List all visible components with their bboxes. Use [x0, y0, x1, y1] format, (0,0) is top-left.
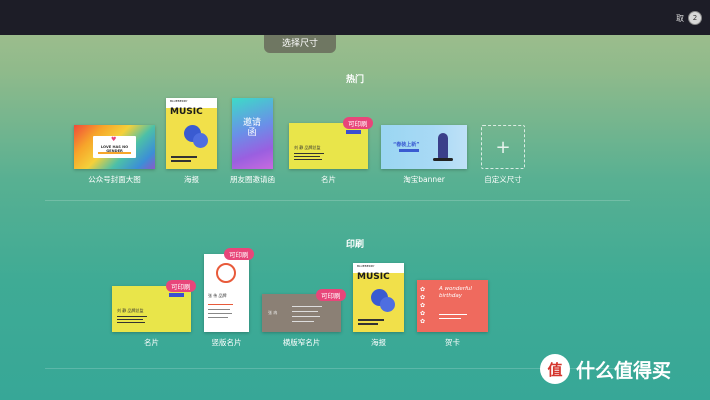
wechat-cover-thumbnail: ♥ LOVE HAS NO GENDER: [74, 125, 155, 169]
top-bar: 取 2: [0, 0, 710, 35]
poster-thumbnail: BLUEBERRY MUSIC: [353, 263, 404, 332]
greeting-text: A wonderful birthday: [439, 286, 472, 299]
template-card-print-poster[interactable]: BLUEBERRY MUSIC 海报: [353, 263, 404, 347]
invitation-thumbnail: 邀请函: [232, 98, 273, 169]
business-card-thumbnail: 刘 静 品牌总监: [289, 123, 368, 169]
plus-icon: +: [481, 125, 525, 169]
template-card-custom-size[interactable]: + 自定义尺寸: [481, 125, 525, 184]
printable-badge: 可印刷: [224, 248, 254, 260]
printable-badge: 可印刷: [343, 117, 373, 129]
banner-text: “春装上新”: [393, 142, 420, 148]
print-section-title: 印刷: [345, 240, 364, 250]
card-label: 自定义尺寸: [484, 175, 522, 184]
brand-watermark: 值 什么值得买: [540, 354, 671, 384]
template-card-invitation[interactable]: 邀请函 朋友圈邀请函: [230, 98, 275, 184]
greeting-card-thumbnail: ✿ ✿ ✿ ✿ ✿ A wonderful birthday: [417, 280, 488, 332]
poster-title: MUSIC: [170, 107, 203, 117]
select-size-tab[interactable]: 选择尺寸: [264, 35, 336, 53]
template-card-greeting-card[interactable]: ✿ ✿ ✿ ✿ ✿ A wonderful birthday 贺卡: [417, 280, 488, 347]
avatar[interactable]: 2: [688, 11, 702, 25]
poster-thumbnail: BLUEBERRY MUSIC: [166, 98, 217, 169]
brand-text: 什么值得买: [576, 359, 672, 382]
section-divider: [45, 200, 630, 201]
template-card-taobao-banner[interactable]: “春装上新” 淘宝banner: [381, 125, 467, 184]
printable-badge: 可印刷: [166, 280, 196, 292]
business-card-thumbnail: 刘 静 品牌总监: [112, 286, 191, 332]
card-label: 贺卡: [445, 338, 460, 347]
user-menu[interactable]: 取 2: [676, 11, 702, 25]
invitation-text: 邀请函: [242, 118, 261, 138]
user-name: 取: [676, 13, 684, 23]
heart-icon: ♥: [111, 136, 117, 143]
template-card-print-business-card[interactable]: 刘 静 品牌总监 可印刷 名片: [112, 280, 196, 347]
brand-logo-icon: 值: [540, 354, 570, 384]
poster-title: MUSIC: [357, 272, 390, 282]
printable-badge: 可印刷: [316, 289, 346, 301]
template-card-business-card[interactable]: 刘 静 品牌总监 可印刷 名片: [289, 117, 373, 184]
template-card-poster[interactable]: BLUEBERRY MUSIC 海报: [166, 98, 217, 184]
template-card-vertical-business-card[interactable]: 张 伟 品牌 可印刷 竖版名片: [204, 248, 254, 347]
template-card-narrow-business-card[interactable]: 张 冉 可印刷 横版窄名片: [262, 289, 346, 347]
hot-section-title: 热门: [345, 75, 364, 85]
taobao-banner-thumbnail: “春装上新”: [381, 125, 467, 169]
vertical-card-thumbnail: 张 伟 品牌: [204, 254, 249, 332]
template-card-wechat-cover[interactable]: ♥ LOVE HAS NO GENDER 公众号封面大图: [74, 125, 155, 184]
